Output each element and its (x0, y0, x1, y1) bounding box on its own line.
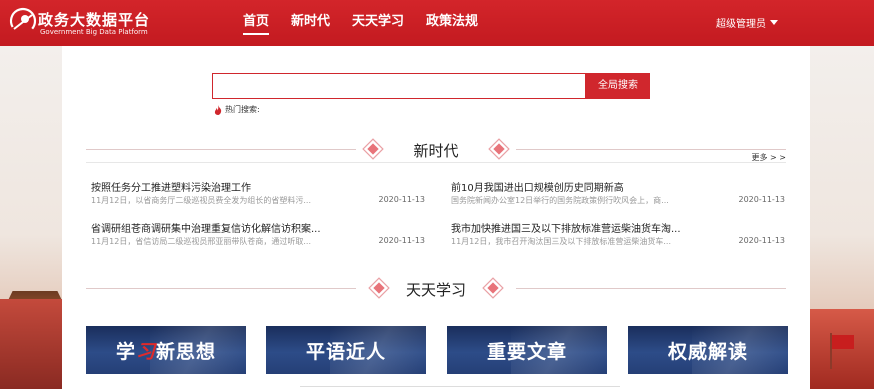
study-card-label: 学习新思想 (86, 337, 246, 364)
study-card-articles[interactable]: 重要文章 (447, 326, 607, 374)
section-rule (86, 162, 786, 163)
nav-item-policies[interactable]: 政策法规 (415, 0, 489, 46)
news-date: 2020-11-13 (738, 236, 786, 245)
bottom-divider (300, 386, 620, 387)
news-date: 2020-11-13 (378, 236, 426, 245)
nav-item-home[interactable]: 首页 (232, 0, 280, 46)
user-name: 超级管理员 (716, 19, 766, 30)
search-bar: 全局搜索 (212, 73, 650, 99)
background-building-left (0, 299, 70, 389)
study-card-interpretation[interactable]: 权威解读 (628, 326, 788, 374)
diamond-right-icon (488, 138, 510, 160)
diamond-right-icon (482, 277, 504, 299)
news-summary: 11月12日，以省商务厅二级巡视员费全发为组长的省塑料污... (91, 196, 311, 205)
content-panel: 全局搜索 热门搜索: 新时代 更多 > > 按照任务分工推进塑料污染治理工作 1… (62, 46, 810, 389)
fire-icon (214, 104, 222, 115)
news-item[interactable]: 按照任务分工推进塑料污染治理工作 11月12日，以省商务厅二级巡视员费全发为组长… (91, 179, 425, 211)
label-prefix: 学 (115, 341, 136, 363)
main-nav: 首页 新时代 天天学习 政策法规 (232, 0, 489, 46)
study-card-label: 重要文章 (486, 341, 567, 363)
background-flag (832, 335, 854, 349)
news-item[interactable]: 前10月我国进出口规模创历史同期新高 国务院新闻办公室12日举行的国务院政策例行… (451, 179, 785, 211)
news-headline: 我市加快推进国三及以下排放标准营运柴油货车淘... (451, 224, 681, 235)
study-card-label: 平语近人 (305, 341, 386, 363)
nav-item-daily-study[interactable]: 天天学习 (341, 0, 415, 46)
logo-title: 政务大数据平台 (38, 11, 151, 29)
study-card-new-thought[interactable]: 学习新思想 (86, 326, 246, 374)
section-divider-right (516, 288, 786, 289)
news-headline: 前10月我国进出口规模创历史同期新高 (451, 183, 624, 194)
section-title-new-era: 新时代 (86, 135, 786, 165)
user-menu[interactable]: 超级管理员 (716, 15, 778, 30)
news-headline: 省调研组苍商调研集中治理重复信访化解信访积案... (91, 224, 321, 235)
section-title-daily-study: 天天学习 (86, 274, 786, 304)
news-date: 2020-11-13 (378, 195, 426, 204)
news-item[interactable]: 我市加快推进国三及以下排放标准营运柴油货车淘... 11月12日，我市召开淘汰国… (451, 220, 785, 252)
news-summary: 11月12日，省信访局二级巡视员邢亚丽带队苍商，通过听取... (91, 237, 311, 246)
hot-search: 热门搜索: (214, 104, 260, 115)
news-item[interactable]: 省调研组苍商调研集中治理重复信访化解信访积案... 11月12日，省信访局二级巡… (91, 220, 425, 252)
label-suffix: 新思想 (156, 341, 217, 363)
section-heading: 天天学习 (405, 281, 466, 299)
platform-logo[interactable]: 政务大数据平台 Government Big Data Platform (8, 4, 149, 42)
hot-search-label: 热门搜索: (225, 105, 260, 114)
caret-down-icon (770, 20, 778, 25)
study-card-quotes[interactable]: 平语近人 (266, 326, 426, 374)
nav-item-new-era[interactable]: 新时代 (280, 0, 341, 46)
section-divider-right (516, 149, 786, 150)
news-date: 2020-11-13 (738, 195, 786, 204)
logo-icon (9, 7, 37, 35)
news-summary: 国务院新闻办公室12日举行的国务院政策例行吹风会上，商... (451, 196, 669, 205)
news-summary: 11月12日，我市召开淘汰国三及以下排放标准营运柴油货车... (451, 237, 671, 246)
label-accent: 习 (135, 341, 156, 363)
background-building-right (810, 309, 874, 389)
news-headline: 按照任务分工推进塑料污染治理工作 (91, 183, 251, 194)
search-input[interactable] (212, 73, 586, 99)
study-card-label: 权威解读 (667, 341, 748, 363)
top-header: 政务大数据平台 Government Big Data Platform 首页 … (0, 0, 874, 46)
global-search-button[interactable]: 全局搜索 (586, 73, 650, 99)
section-heading: 新时代 (413, 142, 459, 160)
logo-subtitle: Government Big Data Platform (40, 28, 148, 36)
